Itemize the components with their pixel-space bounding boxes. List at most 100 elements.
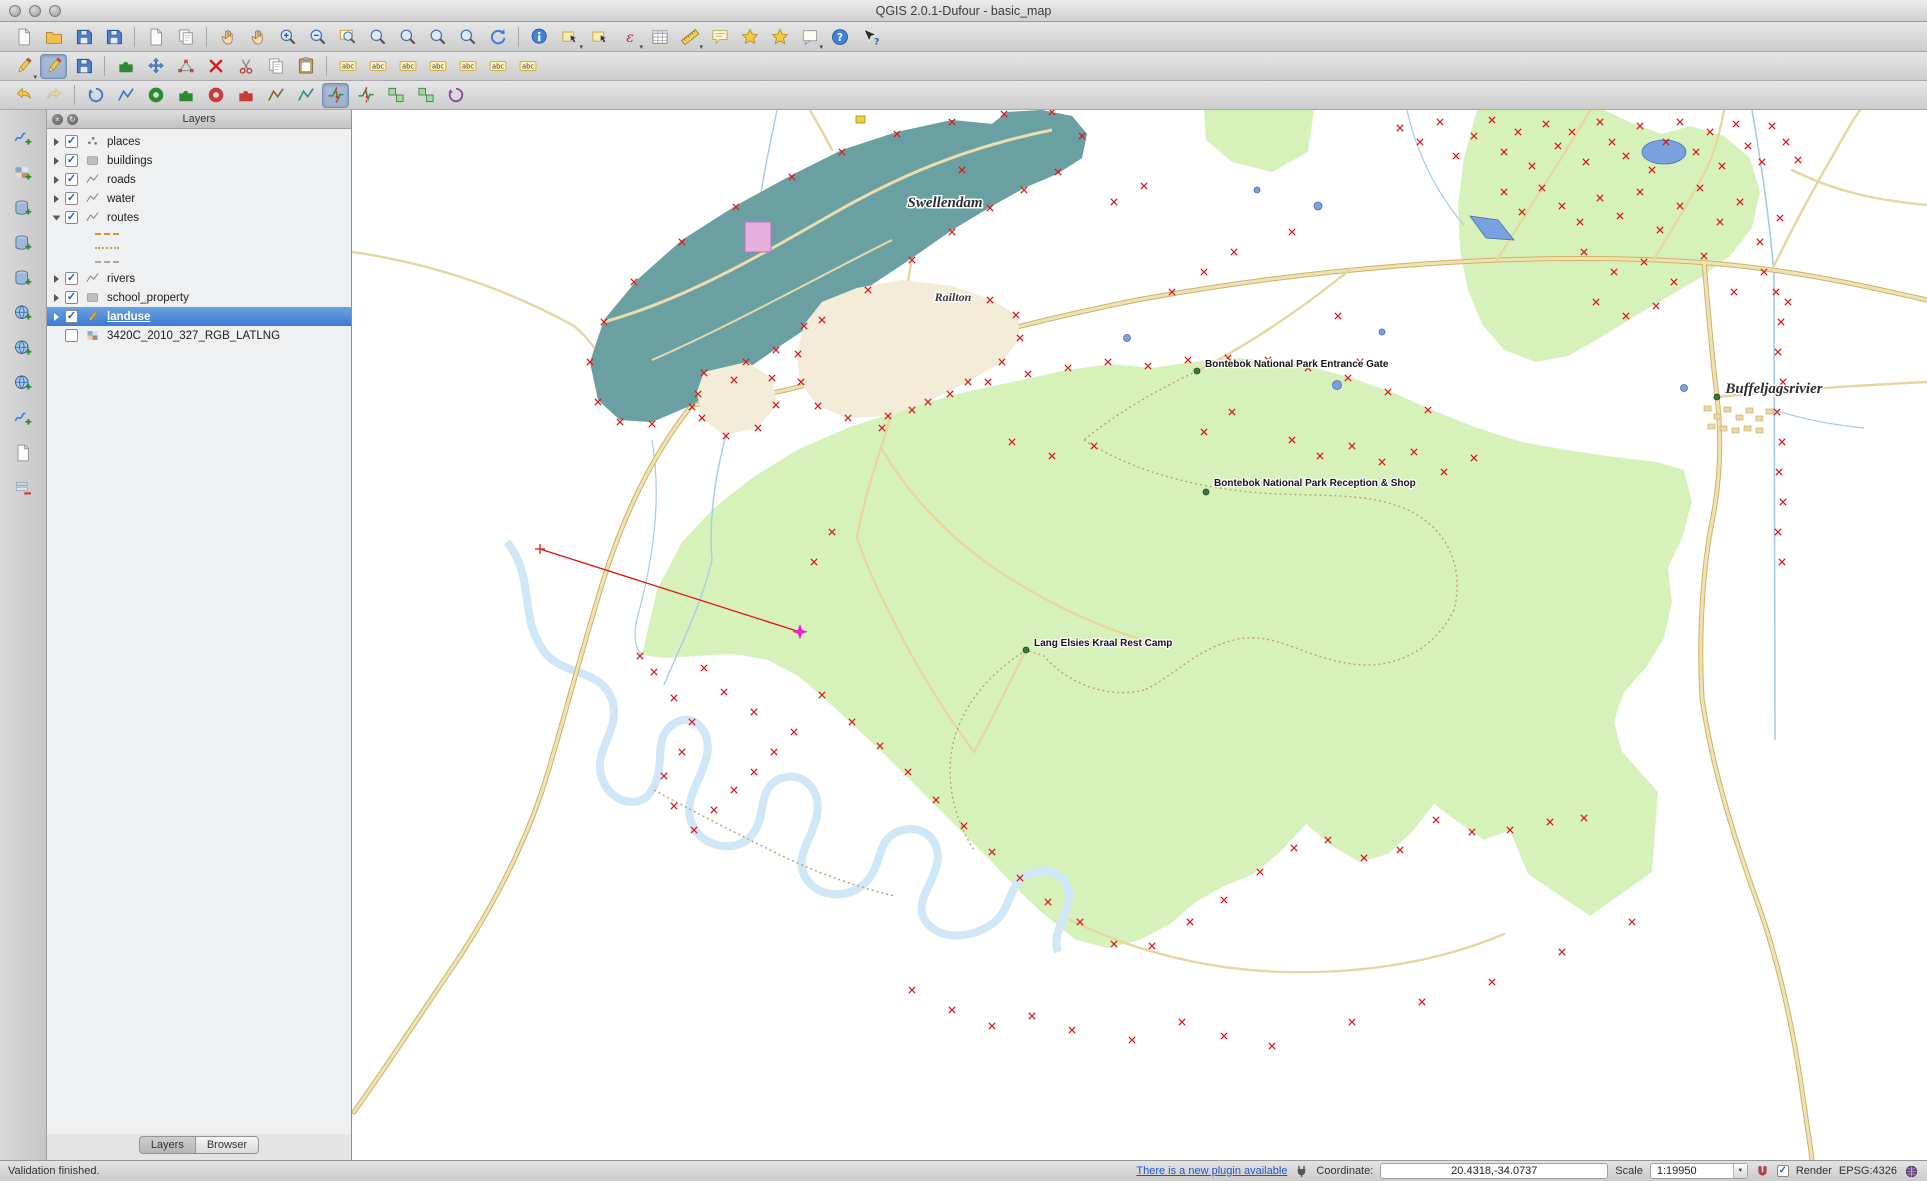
pan-map-button[interactable]: [214, 24, 241, 49]
add-mssql-layer-button[interactable]: [8, 264, 38, 291]
zoom-last-button[interactable]: [424, 24, 451, 49]
expand-arrow-icon[interactable]: [53, 215, 61, 220]
add-raster-layer-button[interactable]: [8, 159, 38, 186]
panel-close-icon[interactable]: ×: [52, 114, 63, 125]
expand-arrow-icon[interactable]: [54, 176, 59, 184]
new-shapefile-layer-button[interactable]: [8, 404, 38, 431]
zoom-out-button[interactable]: [304, 24, 331, 49]
add-delimited-text-layer-button[interactable]: [8, 439, 38, 466]
move-feature-button[interactable]: [142, 54, 169, 79]
current-edits-button[interactable]: ▾: [10, 54, 37, 79]
rotate-feature-button[interactable]: [82, 83, 109, 108]
dropdown-arrow-icon[interactable]: ▾: [699, 44, 703, 51]
window-zoom-button[interactable]: [49, 5, 61, 17]
chevron-down-icon[interactable]: ▼: [1733, 1164, 1747, 1178]
plugin-available-link[interactable]: There is a new plugin available: [1136, 1165, 1287, 1177]
scale-combo[interactable]: 1:19950 ▼: [1650, 1163, 1748, 1179]
layer-item-roads[interactable]: ✓roads: [47, 170, 351, 189]
merge-features-button[interactable]: [382, 83, 409, 108]
map-canvas[interactable]: SwellendamRailtonBontebok National Park …: [352, 110, 1927, 1160]
window-minimize-button[interactable]: [29, 5, 41, 17]
split-features-button[interactable]: [322, 83, 349, 108]
labeling-button[interactable]: [334, 54, 361, 79]
layer-visibility-checkbox[interactable]: [65, 329, 78, 342]
layer-item-routes[interactable]: ✓routes: [47, 208, 351, 227]
add-feature-button[interactable]: [112, 54, 139, 79]
symbol-category-item[interactable]: [47, 227, 351, 241]
identify-features-button[interactable]: [526, 24, 553, 49]
new-bookmark-button[interactable]: [736, 24, 763, 49]
measure-line-button[interactable]: ▾: [676, 24, 703, 49]
add-wms-layer-button[interactable]: [8, 299, 38, 326]
add-part-button[interactable]: [172, 83, 199, 108]
split-parts-button[interactable]: [352, 83, 379, 108]
label-move-button[interactable]: [424, 54, 451, 79]
window-close-button[interactable]: [9, 5, 21, 17]
zoom-full-button[interactable]: [334, 24, 361, 49]
rotate-point-symbols-button[interactable]: [442, 83, 469, 108]
label-rotate-button[interactable]: [454, 54, 481, 79]
layer-item-landuse[interactable]: ✓landuse: [47, 307, 351, 326]
expand-arrow-icon[interactable]: [54, 294, 59, 302]
zoom-in-button[interactable]: [274, 24, 301, 49]
panel-tab-browser[interactable]: Browser: [196, 1136, 259, 1154]
copy-features-button[interactable]: [262, 54, 289, 79]
save-project-as-button[interactable]: [100, 24, 127, 49]
run-feature-action-button[interactable]: ▾: [616, 24, 643, 49]
layer-item-rivers[interactable]: ✓rivers: [47, 269, 351, 288]
symbol-category-item[interactable]: [47, 241, 351, 255]
layer-visibility-checkbox[interactable]: ✓: [65, 192, 78, 205]
crs-status-icon[interactable]: [1904, 1164, 1919, 1179]
expand-arrow-icon[interactable]: [54, 157, 59, 165]
node-tool-button[interactable]: [172, 54, 199, 79]
layer-item-3420C_2010_327_RGB_LATLNG[interactable]: 3420C_2010_327_RGB_LATLNG: [47, 326, 351, 345]
add-postgis-layer-button[interactable]: [8, 194, 38, 221]
pan-to-selection-button[interactable]: [244, 24, 271, 49]
label-pin-unpin-button[interactable]: [364, 54, 391, 79]
text-annotation-button[interactable]: ▾: [796, 24, 823, 49]
offset-curve-button[interactable]: [292, 83, 319, 108]
expand-arrow-icon[interactable]: [54, 313, 59, 321]
redo-button[interactable]: [40, 83, 67, 108]
layer-item-places[interactable]: ✓places: [47, 132, 351, 151]
new-print-composer-button[interactable]: [142, 24, 169, 49]
dropdown-arrow-icon[interactable]: ▾: [639, 44, 643, 51]
dropdown-arrow-icon[interactable]: ▾: [819, 44, 823, 51]
scale-magnet-icon[interactable]: [1755, 1164, 1770, 1179]
refresh-map-button[interactable]: [484, 24, 511, 49]
panel-float-icon[interactable]: ↻: [67, 114, 78, 125]
delete-part-button[interactable]: [232, 83, 259, 108]
zoom-to-selection-button[interactable]: [364, 24, 391, 49]
save-layer-edits-button[interactable]: [70, 54, 97, 79]
undo-button[interactable]: [10, 83, 37, 108]
add-wfs-layer-button[interactable]: [8, 369, 38, 396]
layer-visibility-checkbox[interactable]: ✓: [65, 310, 78, 323]
toggle-editing-button[interactable]: [40, 54, 67, 79]
expand-arrow-icon[interactable]: [54, 275, 59, 283]
delete-ring-button[interactable]: [202, 83, 229, 108]
label-configuration-button[interactable]: [514, 54, 541, 79]
expand-arrow-icon[interactable]: [54, 195, 59, 203]
dropdown-arrow-icon[interactable]: ▾: [579, 44, 583, 51]
merge-attributes-button[interactable]: [412, 83, 439, 108]
show-bookmarks-button[interactable]: [766, 24, 793, 49]
open-attribute-table-button[interactable]: [646, 24, 673, 49]
new-project-button[interactable]: [10, 24, 37, 49]
save-project-button[interactable]: [70, 24, 97, 49]
render-checkbox[interactable]: ✓: [1777, 1165, 1789, 1177]
layer-visibility-checkbox[interactable]: ✓: [65, 272, 78, 285]
label-change-properties-button[interactable]: [484, 54, 511, 79]
deselect-features-button[interactable]: [586, 24, 613, 49]
panel-tab-layers[interactable]: Layers: [139, 1136, 196, 1154]
delete-selected-button[interactable]: [202, 54, 229, 79]
select-features-button[interactable]: ▾: [556, 24, 583, 49]
composer-manager-button[interactable]: [172, 24, 199, 49]
zoom-next-button[interactable]: [454, 24, 481, 49]
whats-this-button[interactable]: [856, 24, 883, 49]
expand-arrow-icon[interactable]: [54, 138, 59, 146]
coordinate-input[interactable]: [1380, 1163, 1608, 1179]
layer-item-water[interactable]: ✓water: [47, 189, 351, 208]
layer-visibility-checkbox[interactable]: ✓: [65, 154, 78, 167]
simplify-feature-button[interactable]: [112, 83, 139, 108]
open-project-button[interactable]: [40, 24, 67, 49]
